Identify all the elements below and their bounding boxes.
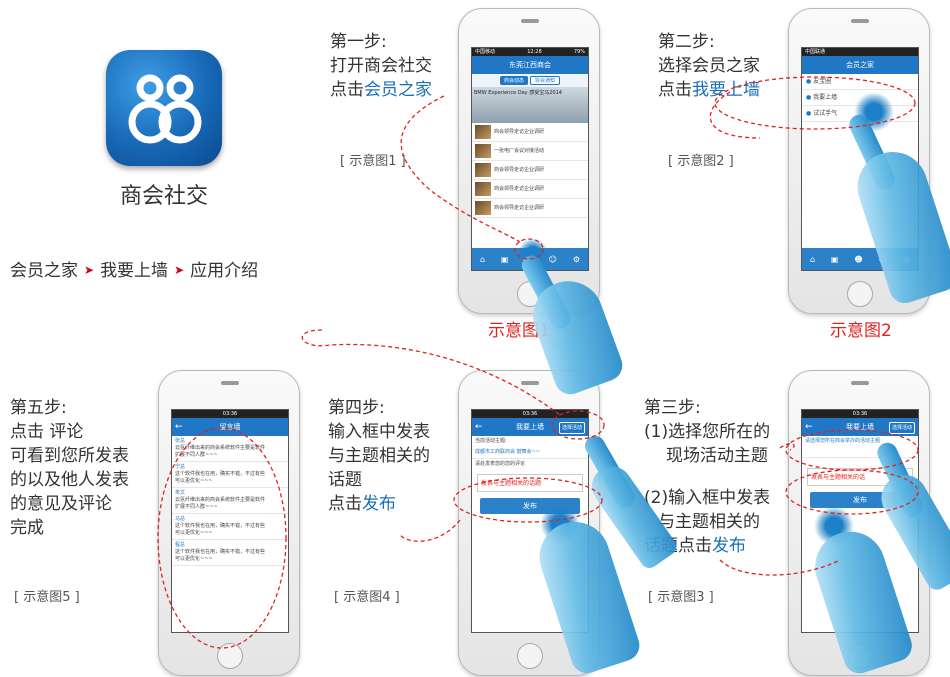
dashed-guide-lines xyxy=(157,76,919,649)
